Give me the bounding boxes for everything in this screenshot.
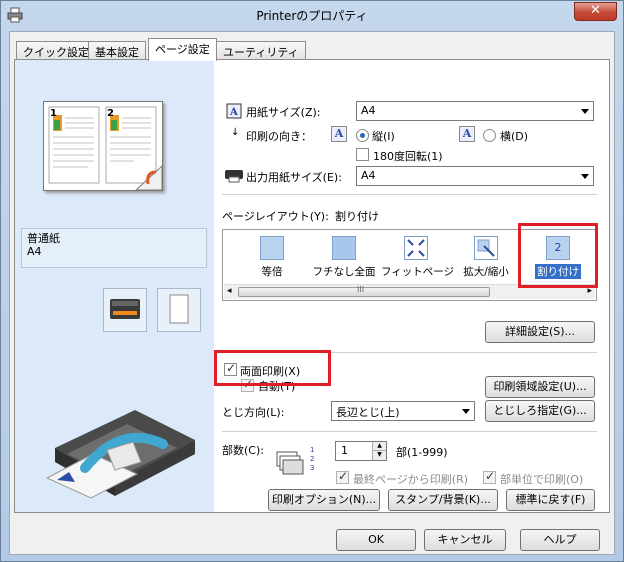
- dialog-client: クイック設定 基本設定 ページ設定 ユーティリティ 1 2 普通紙 A4 A 用…: [9, 31, 615, 555]
- spin-up-button[interactable]: ▲: [372, 442, 386, 451]
- layout-item-label: 拡大/縮小: [463, 266, 509, 278]
- borderless-icon: [332, 236, 356, 260]
- divider: [222, 194, 597, 195]
- layout-item-borderless[interactable]: フチなし全面: [309, 236, 379, 286]
- stamp-background-button[interactable]: スタンプ/背景(K)...: [388, 489, 498, 511]
- landscape-icon: A: [459, 126, 475, 142]
- normal-size-icon: [260, 236, 284, 260]
- spin-down-button[interactable]: ▼: [372, 451, 386, 460]
- tab-utility[interactable]: ユーティリティ: [216, 41, 306, 60]
- page-setup-panel: 1 2 普通紙 A4 A 用紙サイズ(Z): A4 ↓ 印刷の向き： A 縦(I…: [14, 59, 610, 513]
- preview-page-number: 1: [50, 108, 57, 119]
- svg-text:A: A: [229, 107, 238, 118]
- reverse-order-label: 最終ページから印刷(R): [353, 473, 469, 486]
- copies-label: 部数(C):: [222, 444, 264, 457]
- chevron-down-icon: [581, 109, 589, 114]
- preview-pane: 1 2 普通紙 A4: [15, 60, 214, 512]
- chevron-down-icon: [581, 174, 589, 179]
- layout-preview: 1 2: [43, 101, 163, 191]
- collate-checkbox[interactable]: [483, 469, 496, 484]
- collate-label: 部単位で印刷(O): [500, 473, 584, 486]
- rotate-180-label: 180度回転(1): [373, 150, 443, 163]
- margin-button[interactable]: とじしろ指定(G)...: [485, 400, 595, 422]
- media-info: 普通紙 A4: [21, 228, 207, 268]
- copies-value: 1: [341, 444, 348, 457]
- ok-button[interactable]: OK: [336, 529, 416, 551]
- tab-page-setup[interactable]: ページ設定: [148, 38, 217, 61]
- defaults-button[interactable]: 標準に戻す(F): [506, 489, 595, 511]
- scroll-left-icon[interactable]: ◂: [227, 286, 232, 296]
- binding-select[interactable]: 長辺とじ(上): [331, 401, 475, 421]
- rotate-180-checkbox[interactable]: [356, 148, 369, 161]
- portrait-label: 縦(I): [372, 130, 395, 143]
- media-size-text: A4: [27, 245, 42, 258]
- layout-item-scaled[interactable]: 拡大/縮小: [451, 236, 521, 286]
- paper-size-value: A4: [361, 104, 376, 117]
- binding-label: とじ方向(L):: [222, 406, 285, 419]
- printer-icon: [110, 299, 140, 319]
- copies-stack-icon: [276, 451, 304, 475]
- media-type-text: 普通紙: [27, 232, 60, 245]
- portrait-radio[interactable]: [356, 129, 369, 142]
- paper-view-button[interactable]: [157, 288, 201, 332]
- arrow-down-icon: ↓: [231, 127, 240, 138]
- layout-item-normal[interactable]: 等倍: [237, 236, 307, 286]
- layout-item-label: 等倍: [261, 266, 283, 278]
- scroll-thumb[interactable]: III: [238, 285, 490, 297]
- tab-main[interactable]: 基本設定: [88, 41, 146, 60]
- output-size-label: 出力用紙サイズ(E):: [246, 171, 342, 184]
- layout-item-label: フチなし全面: [312, 266, 376, 278]
- title-bar[interactable]: Printerのプロパティ ✕: [1, 1, 623, 31]
- scroll-grip: III: [357, 285, 365, 294]
- output-size-select[interactable]: A4: [356, 166, 594, 186]
- duplex-printer-illustration: [45, 410, 195, 499]
- chevron-down-icon: [462, 409, 470, 414]
- highlight-box: [518, 223, 598, 288]
- landscape-radio[interactable]: [483, 129, 496, 142]
- layout-item-fit-to-page[interactable]: フィットページ: [381, 236, 455, 286]
- divider: [222, 431, 597, 432]
- highlight-box: [214, 350, 331, 386]
- output-printer-icon: [225, 170, 243, 183]
- paper-size-select[interactable]: A4: [356, 101, 594, 121]
- print-area-button[interactable]: 印刷領域設定(U)...: [485, 376, 595, 398]
- properties-window: Printerのプロパティ ✕ クイック設定 基本設定 ページ設定 ユーティリテ…: [0, 0, 624, 562]
- scaled-icon: [474, 236, 498, 260]
- portrait-icon: A: [331, 126, 347, 142]
- close-button[interactable]: ✕: [574, 2, 617, 21]
- tab-quick-setup[interactable]: クイック設定: [16, 41, 96, 60]
- collate-order-icon: 1 2 3: [310, 446, 315, 472]
- page-layout-label: ページレイアウト(Y):: [222, 210, 329, 223]
- binding-value: 長辺とじ(上): [336, 406, 400, 419]
- help-button[interactable]: ヘルプ: [520, 529, 600, 551]
- print-options-button[interactable]: 印刷オプション(N)...: [268, 489, 380, 511]
- preview-page-number: 2: [107, 108, 114, 119]
- paper-size-label: 用紙サイズ(Z):: [246, 106, 321, 119]
- landscape-label: 横(D): [500, 130, 529, 143]
- paper-size-icon: A: [226, 103, 242, 119]
- two-up-preview-image: [48, 106, 163, 191]
- output-size-value: A4: [361, 169, 376, 182]
- fit-to-page-icon: [404, 236, 428, 260]
- details-button[interactable]: 詳細設定(S)...: [485, 321, 595, 343]
- reverse-order-checkbox[interactable]: [336, 469, 349, 484]
- copies-spinner[interactable]: 1 ▲ ▼: [335, 441, 387, 461]
- layout-item-label: フィットページ: [381, 266, 455, 278]
- cancel-button[interactable]: キャンセル: [424, 529, 506, 551]
- paper-icon: [169, 294, 189, 324]
- copies-range: 部(1-999): [396, 446, 448, 459]
- printer-view-button[interactable]: [103, 288, 147, 332]
- window-title: Printerのプロパティ: [256, 9, 368, 23]
- orientation-label: 印刷の向き：: [246, 130, 312, 143]
- page-layout-current: 割り付け: [335, 210, 379, 223]
